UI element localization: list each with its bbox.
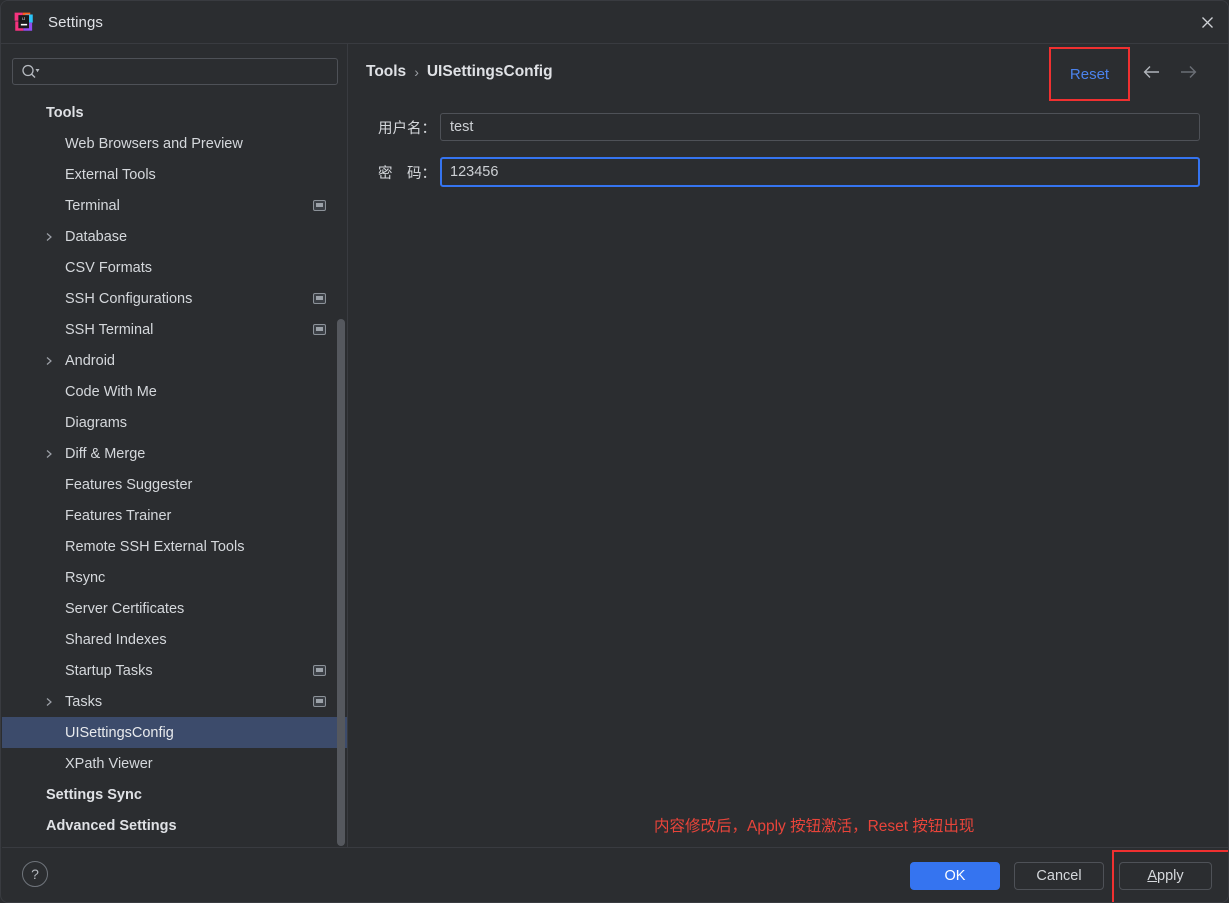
arrow-left-icon xyxy=(1143,66,1159,78)
arrow-right-icon xyxy=(1181,66,1197,78)
help-button[interactable]: ? xyxy=(22,861,48,887)
sidebar-scrollbar[interactable] xyxy=(337,319,345,846)
settings-content-pane: Tools › UISettingsConfig Reset 用户名： test… xyxy=(348,44,1228,847)
title-bar: IJ Settings xyxy=(1,1,1228,44)
chevron-right-icon[interactable] xyxy=(43,231,55,243)
chevron-right-icon[interactable] xyxy=(43,696,55,708)
nav-forward-button xyxy=(1176,61,1200,83)
sidebar-item-server-certificates[interactable]: Server Certificates xyxy=(2,593,347,624)
sidebar-item-settings-sync[interactable]: Settings Sync xyxy=(2,779,347,810)
cancel-button[interactable]: Cancel xyxy=(1014,862,1104,890)
breadcrumb-current: UISettingsConfig xyxy=(426,63,553,80)
sidebar-item-xpath-viewer[interactable]: XPath Viewer xyxy=(2,748,347,779)
search-box[interactable] xyxy=(12,58,338,85)
password-field-row: 密 码： xyxy=(348,157,1200,187)
sidebar-item-web-browsers-and-preview[interactable]: Web Browsers and Preview xyxy=(2,128,347,159)
sidebar-item-terminal[interactable]: Terminal xyxy=(2,190,347,221)
nav-back-button[interactable] xyxy=(1140,61,1164,83)
svg-text:IJ: IJ xyxy=(22,16,25,21)
chevron-right-icon[interactable] xyxy=(43,448,55,460)
sidebar-item-ssh-terminal[interactable]: SSH Terminal xyxy=(2,314,347,345)
sidebar-item-label: SSH Configurations xyxy=(65,290,193,307)
sidebar-item-features-trainer[interactable]: Features Trainer xyxy=(2,500,347,531)
settings-sidebar: Tools Web Browsers and Preview External To… xyxy=(2,44,348,847)
sidebar-item-rsync[interactable]: Rsync xyxy=(2,562,347,593)
sidebar-item-label: Features Trainer xyxy=(65,507,172,524)
sidebar-item-label: Tools xyxy=(46,104,84,121)
intellij-idea-logo-icon: IJ xyxy=(14,12,33,31)
sidebar-item-diff-merge[interactable]: Diff & Merge xyxy=(2,438,347,469)
sidebar-item-label: Database xyxy=(65,228,128,245)
sidebar-item-label: Advanced Settings xyxy=(46,817,177,834)
sidebar-item-android[interactable]: Android xyxy=(2,345,347,376)
password-label: 密 码： xyxy=(378,165,436,182)
project-scope-icon xyxy=(313,324,326,335)
ok-button[interactable]: OK xyxy=(910,862,1000,890)
project-scope-icon xyxy=(313,293,326,304)
username-label: 用户名： xyxy=(378,120,436,137)
breadcrumb: Tools › UISettingsConfig xyxy=(366,63,553,81)
window-title: Settings xyxy=(48,13,103,31)
project-scope-icon xyxy=(313,696,326,707)
sidebar-item-tasks[interactable]: Tasks xyxy=(2,686,347,717)
dialog-button-bar: ? OK Cancel Apply xyxy=(2,847,1228,902)
sidebar-item-code-with-me[interactable]: Code With Me xyxy=(2,376,347,407)
sidebar-item-label: Android xyxy=(65,352,115,369)
sidebar-item-diagrams[interactable]: Diagrams xyxy=(2,407,347,438)
sidebar-item-label: Diff & Merge xyxy=(65,445,146,462)
sidebar-item-label: Features Suggester xyxy=(65,476,193,493)
sidebar-item-label: Server Certificates xyxy=(65,600,185,617)
reset-annotation-box xyxy=(1049,47,1130,101)
sidebar-item-label: Shared Indexes xyxy=(65,631,167,648)
breadcrumb-root[interactable]: Tools xyxy=(366,63,406,81)
apply-mnemonic: A xyxy=(1147,868,1158,884)
hint-annotation-text: 内容修改后，Apply 按钮激活，Reset 按钮出现 xyxy=(654,818,975,835)
close-icon[interactable] xyxy=(1184,1,1228,43)
sidebar-item-external-tools[interactable]: External Tools xyxy=(2,159,347,190)
sidebar-item-label: CSV Formats xyxy=(65,259,153,276)
sidebar-item-uisettingsconfig[interactable]: UISettingsConfig xyxy=(2,717,347,748)
project-scope-icon xyxy=(313,200,326,211)
content-header: Tools › UISettingsConfig Reset xyxy=(348,44,1228,101)
sidebar-item-label: Code With Me xyxy=(65,383,157,400)
username-field-row: 用户名： xyxy=(348,113,1200,141)
apply-label-rest: pply xyxy=(1157,868,1184,884)
sidebar-item-label: Rsync xyxy=(65,569,106,586)
sidebar-item-label: Startup Tasks xyxy=(65,662,153,679)
settings-dialog: IJ Settings Tools Web Browsers and Previe… xyxy=(0,0,1229,903)
close-glyph xyxy=(1201,16,1213,28)
sidebar-item-startup-tasks[interactable]: Startup Tasks xyxy=(2,655,347,686)
sidebar-item-features-suggester[interactable]: Features Suggester xyxy=(2,469,347,500)
sidebar-item-tools[interactable]: Tools xyxy=(2,97,347,128)
sidebar-item-label: XPath Viewer xyxy=(65,755,153,772)
apply-button[interactable]: Apply xyxy=(1119,862,1212,890)
chevron-right-icon[interactable] xyxy=(43,355,55,367)
sidebar-item-database[interactable]: Database xyxy=(2,221,347,252)
username-input[interactable] xyxy=(440,113,1200,141)
project-scope-icon xyxy=(313,665,326,676)
breadcrumb-separator-icon: › xyxy=(414,64,419,80)
sidebar-item-advanced-settings[interactable]: Advanced Settings xyxy=(2,810,347,841)
sidebar-item-label: UISettingsConfig xyxy=(65,724,174,741)
sidebar-item-label: Web Browsers and Preview xyxy=(65,135,243,152)
sidebar-item-label: Settings Sync xyxy=(46,786,142,803)
sidebar-item-label: Remote SSH External Tools xyxy=(65,538,245,555)
sidebar-item-label: SSH Terminal xyxy=(65,321,154,338)
sidebar-item-label: Diagrams xyxy=(65,414,128,431)
settings-tree: Tools Web Browsers and Preview External To… xyxy=(2,97,347,847)
sidebar-item-shared-indexes[interactable]: Shared Indexes xyxy=(2,624,347,655)
password-input[interactable] xyxy=(440,157,1200,187)
sidebar-item-label: External Tools xyxy=(65,166,156,183)
sidebar-item-ssh-configurations[interactable]: SSH Configurations xyxy=(2,283,347,314)
sidebar-item-label: Terminal xyxy=(65,197,120,214)
search-input[interactable] xyxy=(12,58,338,85)
sidebar-item-csv-formats[interactable]: CSV Formats xyxy=(2,252,347,283)
sidebar-item-remote-ssh-external-tools[interactable]: Remote SSH External Tools xyxy=(2,531,347,562)
